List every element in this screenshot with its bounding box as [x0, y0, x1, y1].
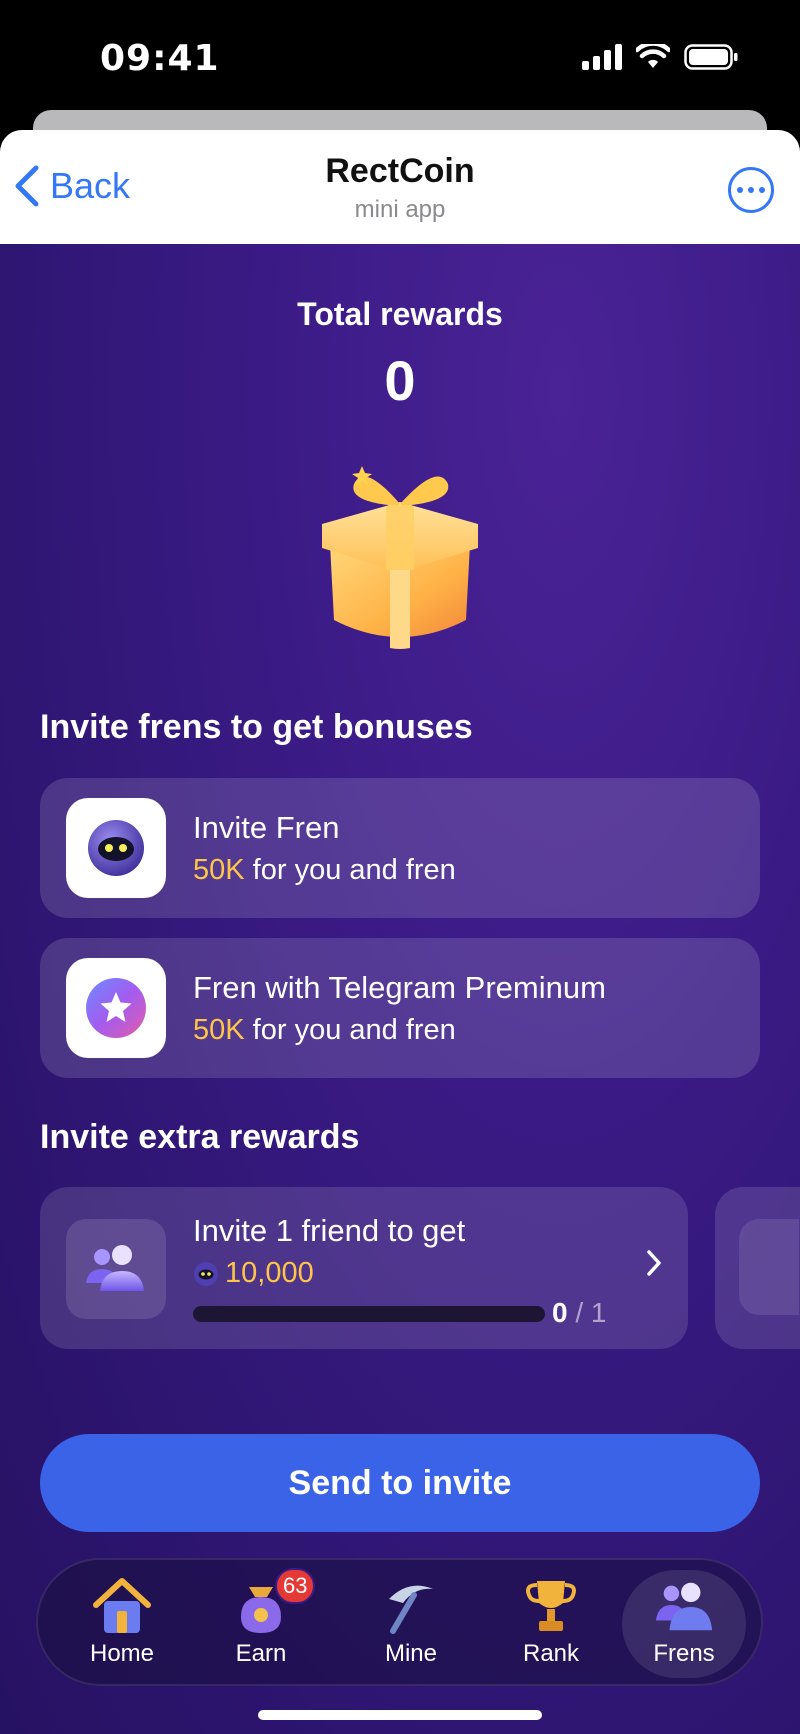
app-title: RectCoin	[325, 152, 475, 190]
robot-avatar-icon	[88, 820, 144, 876]
tab-earn[interactable]: Earn 63	[199, 1568, 323, 1678]
status-icons	[582, 44, 738, 70]
total-rewards-label: Total rewards	[297, 296, 503, 332]
status-bar: 09:41	[0, 0, 800, 110]
bonus-card-subtitle: 50K for you and fren	[193, 1014, 456, 1046]
status-time: 09:41	[100, 38, 220, 79]
bottom-tab-bar: Home Earn 63 Mine Rank Frens	[36, 1558, 763, 1686]
friends-icon	[655, 1582, 713, 1631]
total-rewards-value: 0	[384, 349, 416, 412]
house-icon	[93, 1578, 151, 1633]
app-subtitle: mini app	[354, 196, 446, 223]
tab-frens[interactable]: Frens	[622, 1570, 746, 1678]
tab-home[interactable]: Home	[60, 1570, 184, 1678]
chevron-right-icon	[647, 1250, 661, 1276]
home-indicator	[258, 1710, 542, 1720]
earn-notification-badge: 63	[275, 1568, 316, 1604]
telegram-premium-card[interactable]: Fren with Telegram Preminum 50K for you …	[40, 938, 760, 1078]
pickaxe-icon	[389, 1585, 433, 1634]
bonus-card-subtitle: 50K for you and fren	[193, 854, 456, 886]
mini-app-header: Back RectCoin mini app	[0, 130, 800, 244]
coin-robot-icon	[194, 1261, 218, 1286]
frens-screen: Total rewards 0 Invite frens to get bonu…	[0, 244, 800, 1734]
tab-mine[interactable]: Mine	[349, 1570, 473, 1678]
battery-icon	[684, 44, 738, 70]
ellipsis-icon	[737, 187, 743, 193]
cellular-signal-icon	[582, 44, 622, 70]
more-options-button[interactable]	[728, 167, 774, 213]
invite-fren-card[interactable]: Invite Fren 50K for you and fren	[40, 778, 760, 918]
telegram-premium-star-icon	[86, 978, 146, 1038]
friends-icon	[86, 1245, 144, 1291]
invite-section-title: Invite frens to get bonuses	[40, 708, 473, 746]
bonus-card-title: Fren with Telegram Preminum	[193, 970, 606, 1005]
progress-count: 0 / 1	[552, 1297, 607, 1328]
bonus-card-title: Invite Fren	[193, 810, 340, 845]
invite-progress-bar	[193, 1306, 545, 1322]
send-to-invite-button[interactable]: Send to invite	[40, 1434, 760, 1532]
invite-extra-reward-card[interactable]: Invite 1 friend to get 10,000 0 / 1	[40, 1187, 688, 1349]
next-reward-card[interactable]	[715, 1187, 800, 1349]
trophy-icon	[526, 1581, 576, 1631]
gift-box-icon	[322, 466, 478, 649]
tab-rank[interactable]: Rank	[489, 1570, 613, 1678]
extra-reward-title: Invite 1 friend to get	[193, 1213, 466, 1248]
extra-rewards-section-title: Invite extra rewards	[40, 1118, 360, 1156]
extra-reward-amount: 10,000	[193, 1257, 314, 1290]
wifi-icon	[636, 44, 670, 68]
